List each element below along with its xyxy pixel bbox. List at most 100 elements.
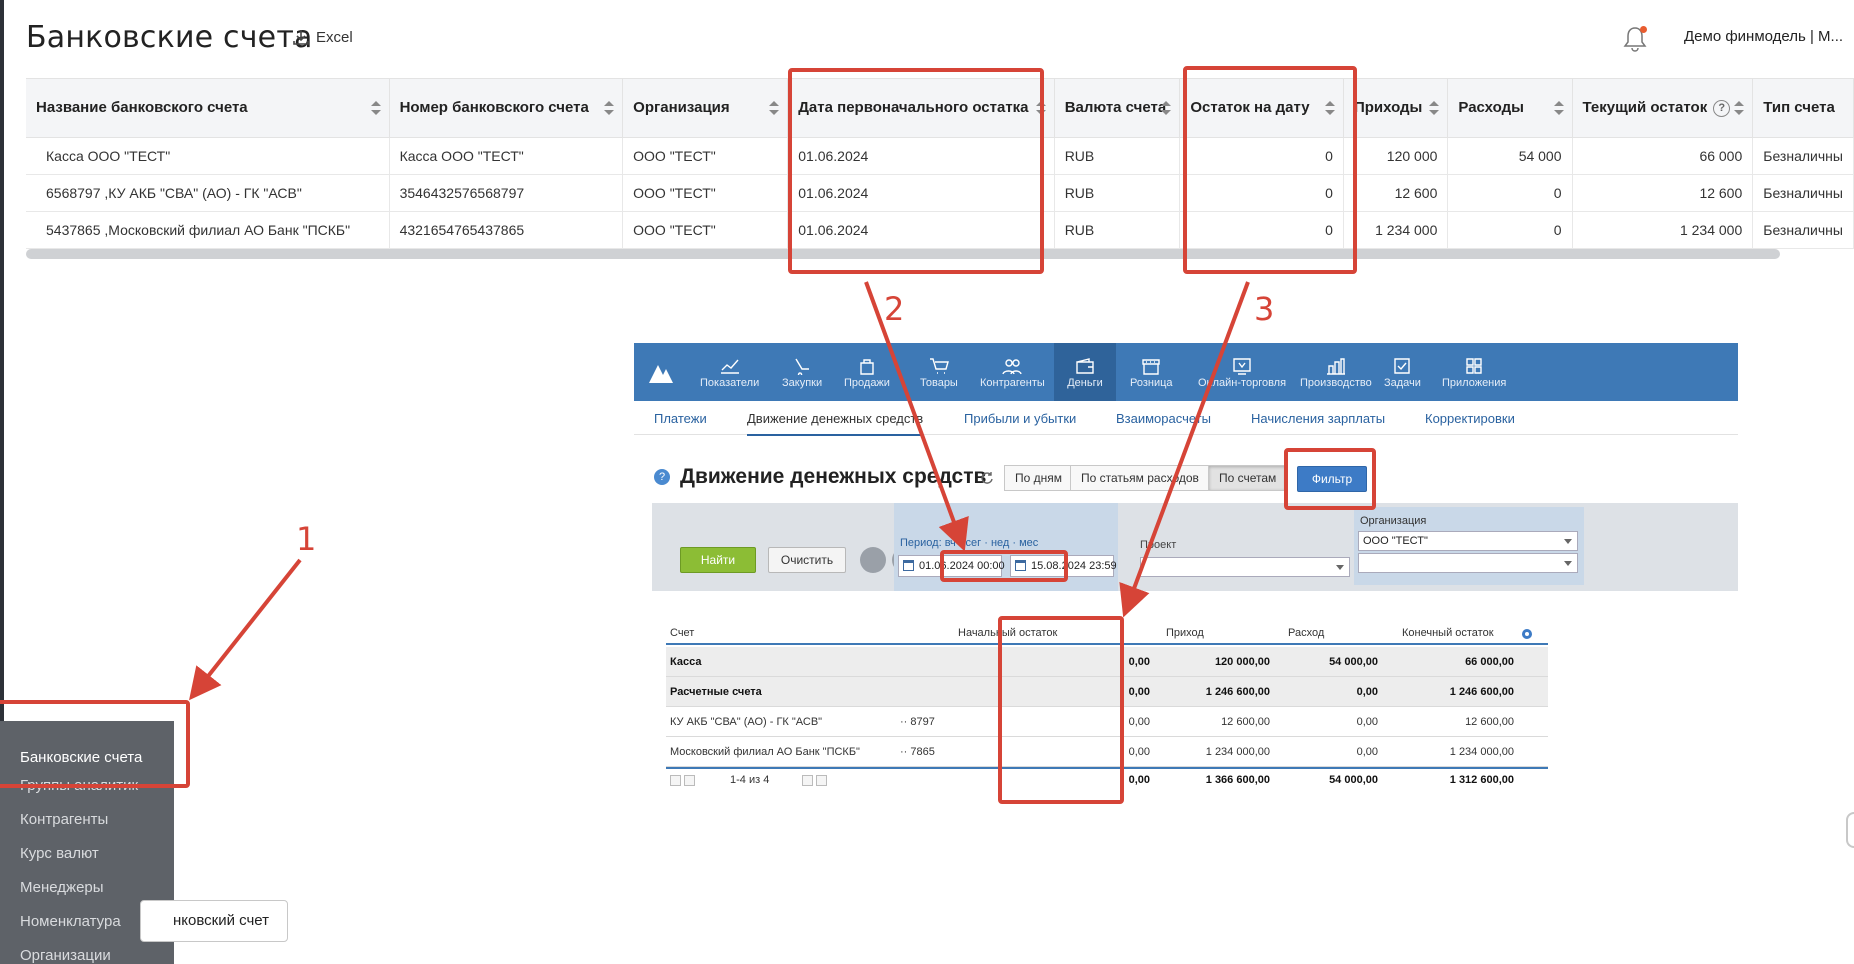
- online-store-icon: [1233, 358, 1251, 375]
- pager-first-icon[interactable]: [670, 775, 681, 786]
- cell-expense: 54 000: [1447, 137, 1573, 175]
- annotation-box-filter: [1284, 448, 1376, 510]
- tab-profit-loss[interactable]: Прибыли и убытки: [964, 411, 1076, 426]
- nav-item-sales[interactable]: Продажи: [844, 357, 890, 389]
- excel-export-link[interactable]: Excel: [292, 28, 353, 46]
- app-subtabs: Платежи Движение денежных средств Прибыл…: [634, 401, 1738, 436]
- cell-number: 4321654765437865: [389, 211, 624, 249]
- sort-icon[interactable]: [1161, 101, 1172, 115]
- clear-button[interactable]: Очистить: [768, 547, 846, 573]
- apps-grid-icon: [1466, 358, 1482, 374]
- cell-organization: ООО "ТЕСТ": [622, 211, 789, 249]
- segment-by-expense-items[interactable]: По статьям расходов: [1070, 465, 1210, 491]
- app-page-title: Движение денежных средств: [680, 465, 987, 488]
- chevron-down-icon: [1336, 565, 1344, 570]
- menu-item-currency-rates[interactable]: Курс валют: [20, 845, 99, 862]
- cell-organization: ООО "ТЕСТ": [622, 137, 789, 175]
- nav-item-purchases[interactable]: Закупки: [782, 357, 822, 389]
- sort-icon[interactable]: [370, 101, 381, 115]
- refresh-icon[interactable]: [980, 471, 994, 485]
- col-header-current-balance[interactable]: Текущий остаток?: [1572, 79, 1754, 138]
- organization-select-2[interactable]: [1358, 553, 1578, 573]
- nav-item-apps[interactable]: Приложения: [1442, 357, 1506, 389]
- tab-cash-flow[interactable]: Движение денежных средств: [747, 411, 924, 436]
- user-menu[interactable]: Демо финмодель | М...: [1684, 28, 1843, 45]
- organization-group: Организация ООО "ТЕСТ": [1354, 507, 1584, 585]
- nav-item-money[interactable]: Деньги: [1054, 343, 1116, 401]
- cell-income: 120 000: [1343, 137, 1449, 175]
- help-icon[interactable]: ?: [1713, 99, 1731, 117]
- pager-label: 1-4 из 4: [730, 774, 770, 786]
- menu-item-counterparties[interactable]: Контрагенты: [20, 811, 108, 828]
- menu-item-nomenclature[interactable]: Номенклатура: [20, 913, 121, 930]
- download-icon: [293, 30, 309, 45]
- nav-item-goods[interactable]: Товары: [920, 357, 958, 389]
- cart-icon: [929, 358, 949, 374]
- store-icon: [1142, 359, 1160, 375]
- sort-icon[interactable]: [1734, 101, 1745, 115]
- segment-by-accounts[interactable]: По счетам: [1208, 465, 1288, 491]
- checkbox-icon: [1394, 358, 1411, 374]
- period-label[interactable]: Период: вч · сег · нед · мес: [900, 537, 1038, 549]
- help-icon[interactable]: ?: [654, 469, 670, 485]
- sort-icon[interactable]: [604, 101, 615, 115]
- nav-item-tasks[interactable]: Задачи: [1384, 357, 1421, 389]
- cell-currency: RUB: [1054, 211, 1181, 249]
- menu-item-managers[interactable]: Менеджеры: [20, 879, 104, 896]
- bag-icon: [860, 359, 874, 375]
- people-icon: [1002, 359, 1023, 375]
- organization-select[interactable]: ООО "ТЕСТ": [1358, 531, 1578, 551]
- chart-icon: [720, 359, 739, 374]
- annotation-box-balance-on-date: [1183, 66, 1357, 274]
- cell-currency: RUB: [1054, 174, 1181, 212]
- pager-next-icon[interactable]: [802, 775, 813, 786]
- cell-current-balance: 1 234 000: [1572, 211, 1754, 249]
- tab-settlements[interactable]: Взаиморасчеты: [1116, 411, 1211, 426]
- nav-item-production[interactable]: Производство: [1300, 357, 1372, 389]
- annotation-number-3: 3: [1254, 290, 1275, 328]
- tab-salary[interactable]: Начисления зарплаты: [1251, 411, 1385, 426]
- pager-last-icon[interactable]: [816, 775, 827, 786]
- col-header-currency[interactable]: Валюта счета: [1054, 79, 1181, 138]
- nav-item-indicators[interactable]: Показатели: [700, 357, 759, 389]
- arrow-1: [189, 558, 302, 701]
- menu-item-organizations[interactable]: Организации: [20, 947, 111, 964]
- tab-adjustments[interactable]: Корректировки: [1425, 411, 1515, 426]
- col-header-name[interactable]: Название банковского счета: [26, 79, 390, 138]
- factory-icon: [1326, 358, 1345, 375]
- annotation-box-menu-item: [0, 700, 190, 788]
- annotation-number-1: 1: [296, 520, 317, 558]
- col-header-expense[interactable]: Расходы: [1447, 79, 1573, 138]
- annotation-box-date-from: [940, 550, 1068, 582]
- cell-name: Касса ООО "ТЕСТ": [26, 137, 390, 175]
- embedded-app-screenshot: Показатели Закупки Продажи Товары Контра…: [634, 343, 1738, 803]
- cell-currency: RUB: [1054, 137, 1181, 175]
- col-income: Приход: [1166, 627, 1204, 639]
- sort-icon[interactable]: [1553, 101, 1564, 115]
- cell-number: Касса ООО "ТЕСТ": [389, 137, 624, 175]
- find-button[interactable]: Найти: [680, 547, 756, 573]
- col-header-number[interactable]: Номер банковского счета: [389, 79, 624, 138]
- nav-item-counterparties[interactable]: Контрагенты: [980, 357, 1045, 389]
- sort-icon[interactable]: [769, 101, 780, 115]
- app-logo-icon: [649, 365, 673, 383]
- bookmark-icon[interactable]: [860, 547, 886, 573]
- pager-prev-icon[interactable]: [684, 775, 695, 786]
- add-bank-account-button[interactable]: нковский счет: [140, 900, 288, 942]
- segment-by-days[interactable]: По дням: [1004, 465, 1074, 491]
- side-tab-handle[interactable]: [1846, 812, 1854, 848]
- cell-organization: ООО "ТЕСТ": [622, 174, 789, 212]
- tab-payments[interactable]: Платежи: [654, 411, 707, 426]
- cell-expense: 0: [1447, 211, 1573, 249]
- cell-name: 5437865 ,Московский филиал АО Банк "ПСКБ…: [26, 211, 390, 249]
- project-select[interactable]: [1140, 557, 1350, 577]
- notification-dot: [1640, 26, 1647, 33]
- chevron-down-icon: [1564, 561, 1572, 566]
- col-header-organization[interactable]: Организация: [622, 79, 789, 138]
- nav-item-online-trade[interactable]: Онлайн-торговля: [1198, 357, 1286, 389]
- col-header-income[interactable]: Приходы: [1343, 79, 1449, 138]
- nav-item-retail[interactable]: Розница: [1130, 357, 1173, 389]
- col-header-type[interactable]: Тип счета: [1752, 79, 1854, 138]
- sort-icon[interactable]: [1429, 101, 1440, 115]
- gear-icon[interactable]: [1522, 629, 1532, 639]
